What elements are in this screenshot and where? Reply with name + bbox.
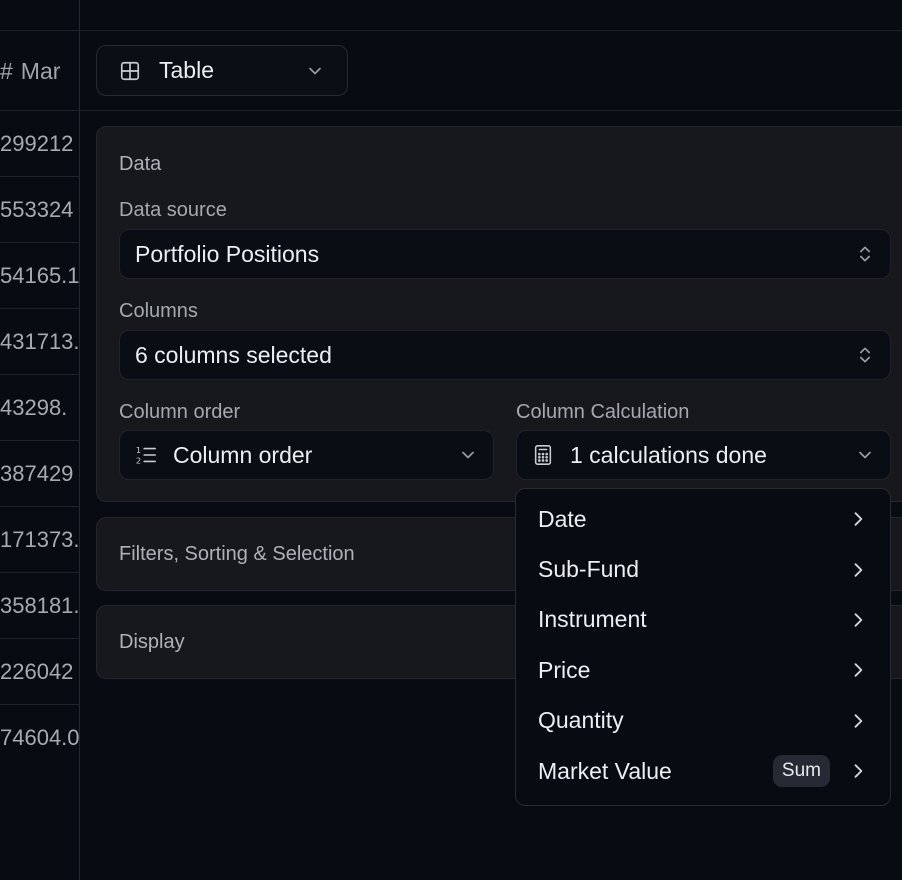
chevron-down-icon bbox=[859, 451, 871, 459]
menu-item-label: Price bbox=[538, 656, 591, 683]
columns-value: 6 columns selected bbox=[135, 341, 332, 368]
table-cell[interactable]: 171373. bbox=[0, 506, 79, 572]
menu-item-price[interactable]: Price bbox=[516, 645, 890, 695]
menu-item-label: Sub-Fund bbox=[538, 556, 640, 583]
column-order-select[interactable]: 1 2 Column order bbox=[119, 430, 494, 480]
chevron-down-icon bbox=[462, 451, 474, 459]
table-cell[interactable]: 54165.1 bbox=[0, 242, 79, 308]
table-cell[interactable]: 43298. bbox=[0, 374, 79, 440]
table-cell[interactable]: 358181. bbox=[0, 572, 79, 638]
section-title: Display bbox=[119, 631, 185, 653]
menu-item-sub-fund[interactable]: Sub-Fund bbox=[516, 544, 890, 594]
chevron-right-icon bbox=[854, 512, 863, 526]
column-calculation-value: 1 calculations done bbox=[570, 441, 767, 468]
column-calculation-menu: Date Sub-Fund Instrument Price Quantity … bbox=[515, 488, 891, 806]
divider bbox=[0, 30, 79, 31]
divider bbox=[80, 110, 902, 111]
table-cell[interactable]: 431713. bbox=[0, 308, 79, 374]
menu-item-label: Market Value bbox=[538, 757, 672, 784]
chevron-up-down-icon bbox=[860, 246, 870, 262]
menu-item-date[interactable]: Date bbox=[516, 494, 890, 544]
data-source-value: Portfolio Positions bbox=[135, 240, 320, 267]
table-cell[interactable]: 387429 bbox=[0, 440, 79, 506]
chevron-down-icon bbox=[309, 67, 321, 74]
chevron-right-icon bbox=[854, 764, 863, 778]
chevron-right-icon bbox=[854, 613, 863, 627]
table-cell[interactable]: 553324 bbox=[0, 176, 79, 242]
menu-item-label: Quantity bbox=[538, 707, 624, 734]
data-section: Data Data source Portfolio Positions Col… bbox=[96, 126, 902, 502]
menu-item-quantity[interactable]: Quantity bbox=[516, 696, 890, 746]
divider bbox=[80, 30, 902, 31]
view-type-select[interactable]: Table bbox=[96, 45, 348, 96]
svg-text:1: 1 bbox=[136, 445, 141, 455]
calculation-badge: Sum bbox=[772, 755, 830, 788]
table-grid-icon bbox=[120, 61, 140, 80]
svg-text:2: 2 bbox=[136, 455, 141, 465]
table-cell[interactable]: 299212 bbox=[0, 110, 79, 176]
menu-item-market-value[interactable]: Market Value Sum bbox=[516, 746, 890, 796]
column-header[interactable]: # Mar bbox=[0, 54, 60, 88]
column-cells: 299212 553324 54165.1 431713. 43298. 387… bbox=[0, 110, 79, 770]
column-order-value: Column order bbox=[173, 441, 313, 468]
columns-label: Columns bbox=[119, 300, 198, 322]
column-header-label: Mar bbox=[20, 57, 61, 84]
table-cell[interactable]: 74604.0 bbox=[0, 704, 79, 770]
view-type-label: Table bbox=[159, 57, 214, 83]
section-title: Data bbox=[119, 153, 162, 175]
column-calculation-label: Column Calculation bbox=[516, 401, 690, 423]
data-source-select[interactable]: Portfolio Positions bbox=[119, 229, 891, 279]
chevron-right-icon bbox=[854, 562, 863, 577]
columns-select[interactable]: 6 columns selected bbox=[119, 330, 891, 380]
column-order-label: Column order bbox=[119, 401, 241, 423]
data-source-label: Data source bbox=[119, 199, 227, 221]
section-title: Filters, Sorting & Selection bbox=[119, 543, 355, 565]
hash-icon: # bbox=[0, 57, 13, 84]
chevron-up-down-icon bbox=[860, 347, 870, 363]
chevron-right-icon bbox=[854, 663, 863, 678]
calculator-icon bbox=[534, 445, 552, 465]
menu-item-label: Date bbox=[538, 505, 587, 532]
menu-item-label: Instrument bbox=[538, 606, 647, 633]
ordered-list-icon: 1 2 bbox=[136, 445, 156, 465]
chevron-right-icon bbox=[854, 714, 863, 728]
column-calculation-select[interactable]: 1 calculations done bbox=[516, 430, 891, 480]
table-cell[interactable]: 226042 bbox=[0, 638, 79, 704]
table-column-market-value: # Mar 299212 553324 54165.1 431713. 4329… bbox=[0, 0, 80, 880]
menu-item-instrument[interactable]: Instrument bbox=[516, 595, 890, 645]
